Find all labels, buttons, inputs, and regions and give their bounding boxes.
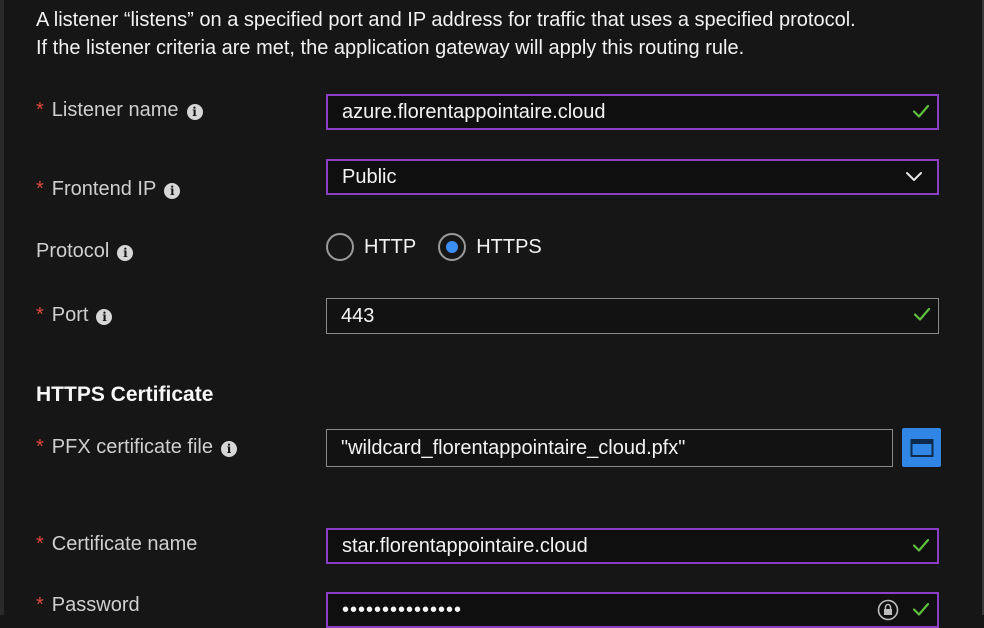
lock-icon [877, 599, 899, 621]
protocol-option-https[interactable]: HTTPS [438, 233, 542, 261]
protocol-radio-group: HTTP HTTPS [326, 233, 564, 261]
required-asterisk: * [36, 594, 44, 616]
protocol-option-label: HTTPS [476, 235, 542, 258]
pfx-file-label: * PFX certificate file i [36, 436, 237, 459]
info-icon[interactable]: i [186, 104, 203, 120]
https-certificate-heading: HTTPS Certificate [36, 383, 214, 406]
required-asterisk: * [36, 304, 44, 326]
frontend-ip-label: * Frontend IP i [36, 178, 181, 201]
password-value: ••••••••••••••• [342, 598, 463, 621]
window-left-edge [0, 0, 4, 615]
browse-file-button[interactable] [902, 428, 941, 467]
port-label: * Port i [36, 304, 113, 327]
protocol-label-text: Protocol [36, 240, 110, 262]
folder-icon [910, 438, 933, 457]
info-icon[interactable]: i [117, 245, 134, 261]
radio-selected-dot [446, 241, 459, 253]
checkmark-icon [913, 307, 931, 321]
password-input[interactable]: ••••••••••••••• [326, 592, 939, 628]
port-input[interactable]: 443 [326, 298, 939, 334]
protocol-label: Protocol i [36, 240, 134, 263]
frontend-ip-label-text: Frontend IP [51, 178, 157, 200]
pfx-file-value: "wildcard_florentappointaire_cloud.pfx" [341, 436, 686, 459]
frontend-ip-dropdown[interactable]: Public [326, 159, 939, 195]
info-icon[interactable]: i [164, 183, 181, 199]
intro-line-2: If the listener criteria are met, the ap… [36, 37, 745, 59]
checkmark-icon [912, 602, 930, 616]
certificate-name-label-text: Certificate name [51, 533, 198, 555]
required-asterisk: * [36, 436, 44, 458]
required-asterisk: * [36, 99, 44, 121]
password-label: * Password [36, 594, 140, 617]
certificate-name-input[interactable]: star.florentappointaire.cloud [326, 528, 939, 564]
info-icon[interactable]: i [96, 309, 113, 325]
required-asterisk: * [36, 533, 44, 555]
checkmark-icon [912, 104, 930, 118]
protocol-option-label: HTTP [364, 235, 417, 258]
checkmark-icon [912, 538, 930, 552]
intro-line-1: A listener “listens” on a specified port… [36, 9, 856, 31]
port-label-text: Port [51, 304, 89, 326]
chevron-down-icon[interactable] [905, 171, 923, 183]
protocol-option-http[interactable]: HTTP [326, 233, 416, 261]
intro-text: A listener “listens” on a specified port… [36, 6, 966, 62]
certificate-name-label: * Certificate name [36, 533, 197, 556]
required-asterisk: * [36, 178, 44, 200]
frontend-ip-selected: Public [342, 165, 397, 188]
password-label-text: Password [51, 594, 140, 616]
listener-name-value: azure.florentappointaire.cloud [342, 100, 606, 123]
pfx-file-label-text: PFX certificate file [51, 436, 213, 458]
port-value: 443 [341, 304, 375, 327]
info-icon[interactable]: i [220, 441, 237, 457]
radio-button-unselected[interactable] [326, 233, 354, 261]
certificate-name-value: star.florentappointaire.cloud [342, 534, 588, 557]
listener-name-label: * Listener name i [36, 99, 203, 122]
listener-name-input[interactable]: azure.florentappointaire.cloud [326, 94, 939, 130]
pfx-file-input[interactable]: "wildcard_florentappointaire_cloud.pfx" [326, 429, 893, 467]
radio-button-selected[interactable] [438, 233, 467, 261]
listener-name-label-text: Listener name [51, 99, 179, 121]
